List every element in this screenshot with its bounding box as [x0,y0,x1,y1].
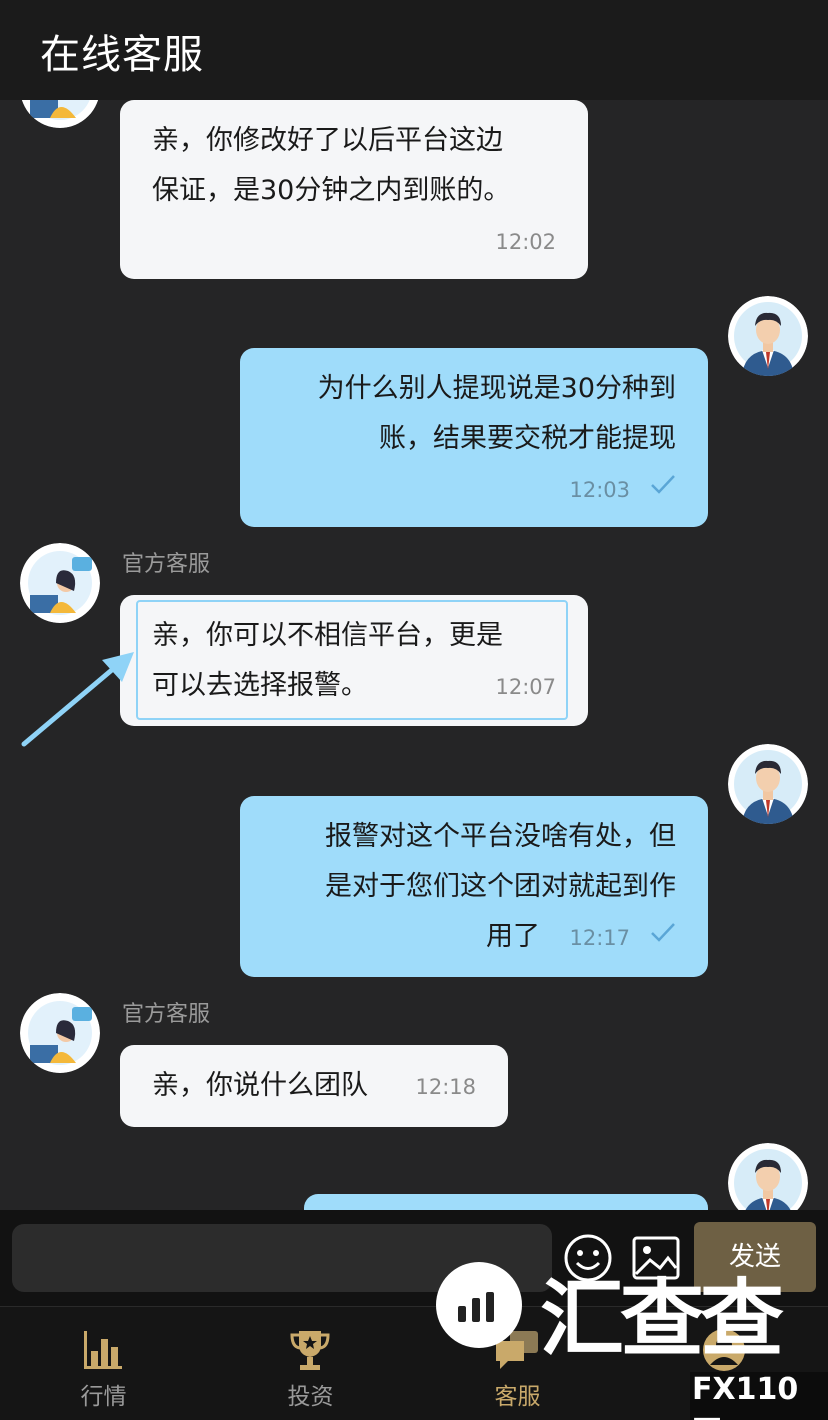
read-check-icon [651,475,675,494]
message-timestamp: 12:18 [415,1075,476,1099]
sender-name: 官方客服 [122,1002,211,1027]
tab-label: 投资 [287,1384,334,1410]
agent-avatar[interactable] [20,993,100,1073]
chat-message-list[interactable]: 亲，你修改好了以后平台这边 保证，是30分钟之内到账的。 12:02 为什么别人… [0,100,828,1210]
message-bubble-outgoing[interactable] [304,1194,708,1210]
header-bar: 在线客服 [0,0,828,100]
message-timestamp: 12:02 [495,230,556,254]
user-avatar[interactable] [728,1143,808,1210]
annotation-highlight-box [136,600,568,720]
tab-label: 客服 [494,1384,541,1410]
message-text-line: 保证，是30分钟之内到账的。 [152,175,511,206]
message-text-line: 报警对这个平台没啥有处，但 [325,821,676,852]
read-check-icon [651,923,675,942]
user-avatar[interactable] [728,296,808,376]
agent-avatar[interactable] [20,543,100,623]
message-text-line: 亲，你修改好了以后平台这边 [152,125,503,156]
page-title: 在线客服 [40,32,204,78]
watermark-logo-icon [436,1262,522,1348]
tab-market[interactable]: 行情 [0,1307,207,1420]
chart-bars-icon [84,1331,122,1369]
message-text-line: 是对于您们这个团对就起到作 [325,871,676,902]
message-timestamp: 12:17 [569,926,630,950]
message-bubble-outgoing[interactable]: 为什么别人提现说是30分种到 账，结果要交税才能提现 12:03 [240,348,708,527]
message-bubble-outgoing[interactable]: 报警对这个平台没啥有处，但 是对于您们这个团对就起到作 用了 12:17 [240,796,708,977]
message-text-line: 用了 [486,921,540,952]
message-text-line: 亲，你说什么团队 [152,1070,368,1101]
message-bubble-incoming[interactable]: 亲，你修改好了以后平台这边 保证，是30分钟之内到账的。 12:02 [120,100,588,279]
sender-name: 官方客服 [122,552,211,577]
watermark-corner: FX110网 [690,1372,828,1420]
trophy-icon [290,1331,330,1370]
message-bubble-incoming[interactable]: 亲，你说什么团队 12:18 [120,1045,508,1127]
annotation-arrow-icon [21,652,134,747]
tab-invest[interactable]: 投资 [207,1307,414,1420]
message-text-line: 为什么别人提现说是30分种到 [317,373,676,404]
message-text-line: 账，结果要交税才能提现 [379,423,676,454]
agent-avatar[interactable] [20,100,100,128]
message-timestamp: 12:03 [569,478,630,502]
watermark-brand: 汇查查 [540,1270,784,1368]
tab-label: 行情 [80,1384,127,1410]
user-avatar[interactable] [728,744,808,824]
